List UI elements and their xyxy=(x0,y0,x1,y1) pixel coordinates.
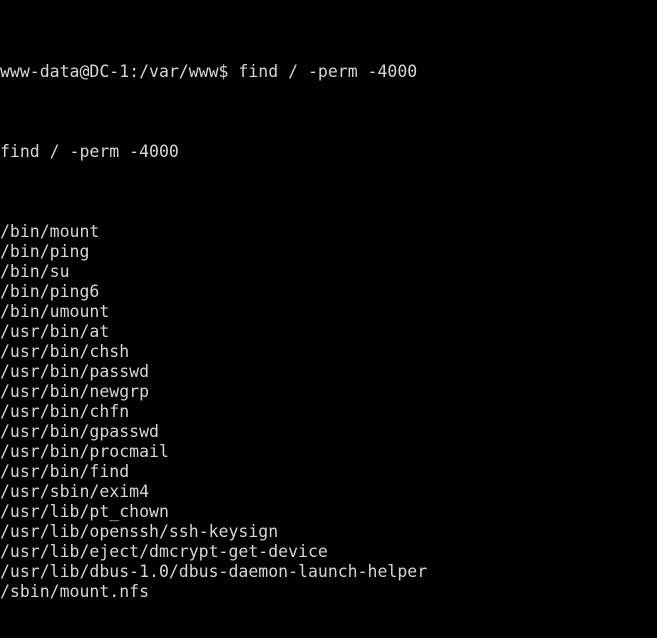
result-path-line: /usr/bin/gpasswd xyxy=(0,422,159,441)
prompt-string: www-data@DC-1:/var/www$ xyxy=(0,62,229,81)
typed-command: find / -perm -4000 xyxy=(238,62,418,81)
result-path-line: /bin/ping6 xyxy=(0,282,100,301)
result-path-line: /bin/umount xyxy=(0,302,110,321)
result-path-line: /usr/lib/eject/dmcrypt-get-device xyxy=(0,542,328,561)
terminal-screen[interactable]: www-data@DC-1:/var/www$ find / -perm -40… xyxy=(0,0,657,638)
result-path-line: /usr/bin/find xyxy=(0,462,130,481)
find-results-list: /bin/mount/bin/ping/bin/su/bin/ping6/bin… xyxy=(0,222,657,602)
result-path-line: /usr/bin/procmail xyxy=(0,442,169,461)
result-path-line: /usr/bin/chfn xyxy=(0,402,130,421)
result-path-line: /usr/bin/chsh xyxy=(0,342,130,361)
result-path-line: /usr/lib/dbus-1.0/dbus-daemon-launch-hel… xyxy=(0,562,428,581)
result-path-line: /usr/lib/pt_chown xyxy=(0,502,169,521)
result-path-line: /bin/mount xyxy=(0,222,100,241)
result-path-line: /usr/bin/at xyxy=(0,322,110,341)
command-prompt-line: www-data@DC-1:/var/www$ find / -perm -40… xyxy=(0,62,657,82)
result-path-line: /usr/bin/newgrp xyxy=(0,382,150,401)
result-path-line: /sbin/mount.nfs xyxy=(0,582,150,601)
result-path-line: /bin/ping xyxy=(0,242,90,261)
result-path-line: /bin/su xyxy=(0,262,70,281)
echoed-command-line: find / -perm -4000 xyxy=(0,142,179,161)
result-path-line: /usr/lib/openssh/ssh-keysign xyxy=(0,522,279,541)
result-path-line: /usr/sbin/exim4 xyxy=(0,482,150,501)
result-path-line: /usr/bin/passwd xyxy=(0,362,150,381)
